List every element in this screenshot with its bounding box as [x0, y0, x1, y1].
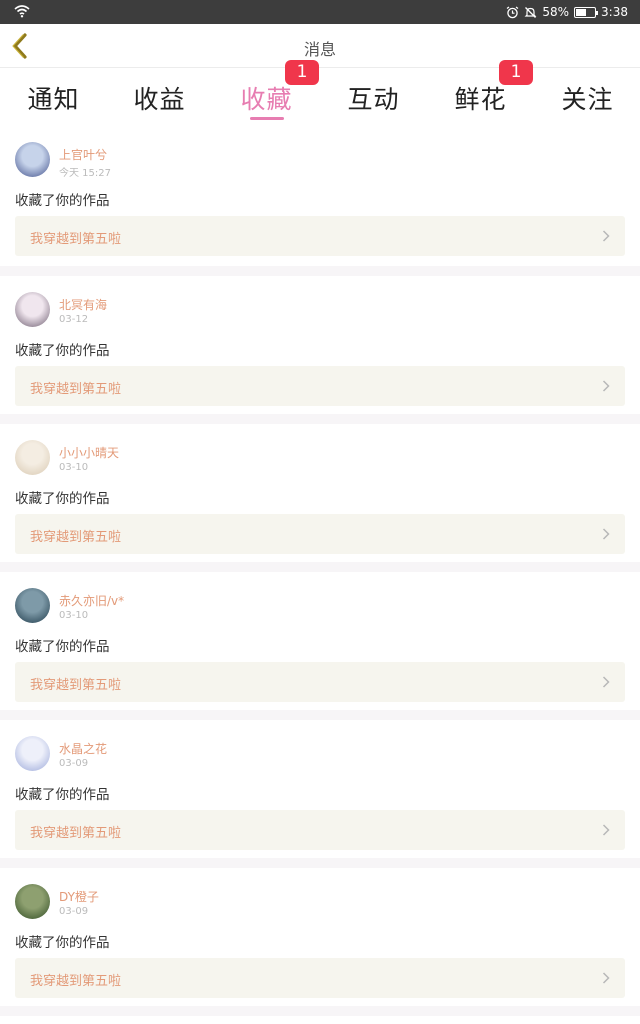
work-title: 我穿越到第五啦	[30, 530, 122, 545]
clock: 3:38	[601, 5, 628, 19]
work-link[interactable]: 我穿越到第五啦	[15, 514, 625, 554]
timestamp: 03-10	[59, 610, 89, 621]
work-link[interactable]: 我穿越到第五啦	[15, 662, 625, 702]
avatar[interactable]	[15, 884, 50, 919]
list-item: 北冥有海 03-12 收藏了你的作品我穿越到第五啦	[0, 276, 640, 424]
tab-notice[interactable]: 通知	[0, 69, 107, 125]
tab-label: 互动	[347, 85, 400, 114]
status-bar: 58% 3:38	[0, 0, 640, 24]
work-title: 我穿越到第五啦	[30, 232, 122, 247]
chevron-right-icon	[602, 380, 610, 392]
chevron-right-icon	[602, 824, 610, 836]
avatar[interactable]	[15, 440, 50, 475]
page-title: 消息	[303, 40, 336, 59]
mute-icon	[524, 6, 537, 18]
notification-list: 上官叶兮 今天 15:27 收藏了你的作品 我穿越到第五啦 北冥有海 03-12 收藏了你的…	[0, 126, 640, 1016]
timestamp: 今天 15:27	[59, 168, 111, 179]
action-text: 收藏了你的作品	[15, 491, 110, 507]
list-item: 水晶之花 03-09 收藏了你的作品我穿越到第五啦	[0, 720, 640, 868]
tab-follow[interactable]: 关注	[534, 69, 640, 125]
avatar[interactable]	[15, 588, 50, 623]
avatar[interactable]	[15, 142, 50, 177]
chevron-right-icon	[602, 972, 610, 984]
action-text: 收藏了你的作品	[15, 639, 110, 655]
list-item: DY橙子 03-09 收藏了你的作品我穿越到第五啦	[0, 868, 640, 1016]
tab-favorites[interactable]: 收藏 1	[213, 60, 320, 125]
list-item: 上官叶兮今天 15:27 收藏了你的作品我穿越到第五啦	[0, 126, 640, 276]
tab-label: 收益	[133, 85, 186, 114]
tab-label: 通知	[27, 85, 80, 114]
action-text: 收藏了你的作品	[15, 193, 110, 209]
timestamp: 03-12	[59, 314, 89, 325]
work-title: 我穿越到第五啦	[30, 382, 122, 397]
list-item: 赤久亦旧/v* 03-10 收藏了你的作品我穿越到第五啦	[0, 572, 640, 720]
chevron-right-icon	[602, 528, 610, 540]
work-title: 我穿越到第五啦	[30, 826, 122, 841]
unread-badge: 1	[499, 60, 533, 85]
active-tab-indicator	[249, 117, 284, 120]
chevron-right-icon	[602, 676, 610, 688]
timestamp: 03-10	[59, 462, 89, 473]
user-name-link[interactable]: 小小小晴天	[59, 444, 119, 461]
work-link[interactable]: 我穿越到第五啦	[15, 810, 625, 850]
title-bar: 消息	[0, 24, 640, 68]
work-title: 我穿越到第五啦	[30, 974, 122, 989]
wifi-icon	[14, 5, 30, 18]
timestamp: 03-09	[59, 906, 89, 917]
action-text: 收藏了你的作品	[15, 787, 110, 803]
tab-interaction[interactable]: 互动	[320, 69, 427, 125]
user-name-link[interactable]: 北冥有海	[59, 296, 107, 313]
timestamp: 03-09	[59, 758, 89, 769]
work-link[interactable]: 我穿越到第五啦	[15, 366, 625, 406]
battery-percent: 58%	[542, 5, 570, 19]
user-name-link[interactable]: DY橙子	[59, 888, 99, 905]
work-link[interactable]: 我穿越到第五啦	[15, 216, 625, 256]
tab-label: 关注	[561, 85, 614, 114]
avatar[interactable]	[15, 736, 50, 771]
list-item: 小小小晴天 03-10 收藏了你的作品我穿越到第五啦	[0, 424, 640, 572]
tab-flowers[interactable]: 鲜花 1	[427, 60, 534, 125]
avatar[interactable]	[15, 292, 50, 327]
tab-label: 收藏	[240, 85, 293, 114]
alarm-icon	[507, 6, 519, 18]
chevron-right-icon	[602, 230, 610, 242]
user-name-link[interactable]: 上官叶兮	[59, 146, 107, 163]
battery-icon	[574, 6, 599, 18]
action-text: 收藏了你的作品	[15, 343, 110, 359]
work-link[interactable]: 我穿越到第五啦	[15, 958, 625, 998]
action-text: 收藏了你的作品	[15, 935, 110, 951]
user-name-link[interactable]: 水晶之花	[59, 740, 107, 757]
user-name-link[interactable]: 赤久亦旧/v*	[59, 592, 124, 609]
tab-label: 鲜花	[454, 85, 507, 114]
unread-badge: 1	[285, 60, 319, 85]
tab-earnings[interactable]: 收益	[106, 69, 213, 125]
tab-bar: 通知 收益 收藏 1 互动 鲜花 1 关注	[0, 60, 640, 125]
work-title: 我穿越到第五啦	[30, 678, 122, 693]
